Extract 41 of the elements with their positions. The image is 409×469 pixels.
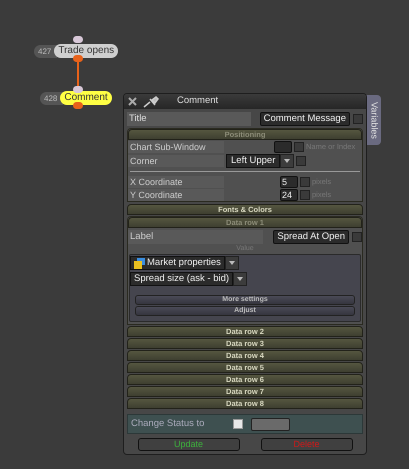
status-field[interactable]	[251, 418, 290, 430]
field-label: Corner	[128, 154, 224, 166]
checkbox[interactable]	[300, 176, 310, 186]
pin-icon[interactable]	[143, 96, 159, 108]
field-label: X Coordinate	[128, 176, 224, 188]
input-field[interactable]	[274, 140, 292, 152]
status-label: Change Status to	[131, 416, 206, 431]
label-field[interactable]: Spread At Open	[273, 230, 349, 244]
node-number: 428	[40, 92, 64, 104]
checkbox[interactable]	[294, 142, 304, 152]
node-number: 427	[34, 44, 58, 58]
checkbox[interactable]	[296, 156, 306, 166]
folder-icon	[134, 258, 145, 268]
value-select[interactable]: Market properties	[130, 256, 225, 270]
panel-title: Comment	[177, 94, 218, 108]
variables-tab[interactable]: Variables	[366, 95, 381, 145]
dropdown-button[interactable]	[224, 256, 239, 270]
close-icon[interactable]	[128, 97, 137, 106]
dropdown-button[interactable]	[280, 154, 294, 168]
field-label: Chart Sub-Window	[128, 140, 224, 152]
caret-icon	[228, 261, 235, 265]
update-button[interactable]: Update	[138, 438, 240, 451]
title-field[interactable]: Comment Message	[260, 112, 350, 126]
node-label[interactable]: Comment	[60, 91, 112, 105]
value-select[interactable]: Spread size (ask - bid)	[130, 272, 234, 286]
checkbox[interactable]	[233, 419, 243, 429]
corner-select[interactable]: Left Upper	[226, 154, 280, 168]
checkbox[interactable]	[352, 232, 362, 242]
field-label: Label	[128, 230, 263, 244]
connector-handle[interactable]	[73, 55, 83, 62]
dropdown-button[interactable]	[233, 272, 248, 286]
node-label[interactable]: Trade opens	[54, 44, 118, 58]
caret-icon	[284, 158, 290, 162]
checkbox[interactable]	[353, 114, 363, 124]
checkbox[interactable]	[300, 190, 310, 200]
connector-handle[interactable]	[73, 36, 83, 43]
field-label: Title	[127, 112, 251, 126]
caret-icon	[237, 277, 244, 281]
field-label: Y Coordinate	[128, 188, 224, 200]
input-field[interactable]: 5	[280, 176, 298, 188]
input-field[interactable]: 24	[280, 188, 298, 200]
